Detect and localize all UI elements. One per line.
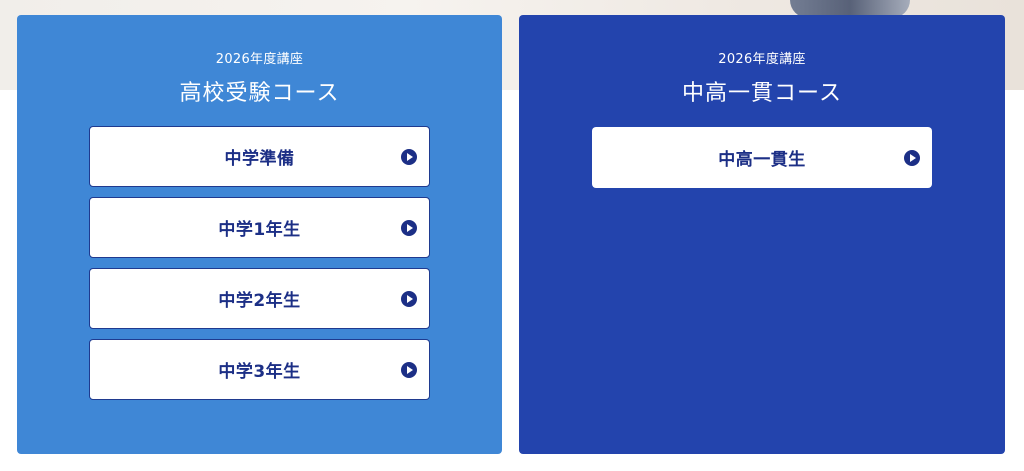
course-title: 中高一貫コース [682,81,842,106]
course-title: 高校受験コース [179,81,340,106]
course-button-integrated-student[interactable]: 中高一貫生 [592,127,932,188]
course-button-label: 中学準備 [224,149,295,169]
high-school-entrance-course-card: 2026年度講座 高校受験コース 中学準備 中学1年生 中学2年生 中学3年生 [17,15,502,454]
course-button-label: 中高一貫生 [718,150,806,170]
play-circle-icon [401,148,417,165]
course-button-grade-2[interactable]: 中学2年生 [89,268,430,329]
course-button-junior-prep[interactable]: 中学準備 [89,126,430,187]
play-circle-icon [401,361,417,378]
course-button-label: 中学2年生 [218,291,301,311]
play-circle-icon [904,149,920,166]
play-circle-icon [401,219,417,236]
integrated-course-card: 2026年度講座 中高一貫コース 中高一貫生 [519,15,1005,454]
course-button-label: 中学1年生 [218,220,301,240]
course-year-label: 2026年度講座 [718,52,806,67]
play-circle-icon [401,290,417,307]
course-button-grade-1[interactable]: 中学1年生 [89,197,430,258]
course-year-label: 2026年度講座 [215,52,304,67]
course-button-grade-3[interactable]: 中学3年生 [89,339,430,400]
course-button-label: 中学3年生 [218,362,301,382]
